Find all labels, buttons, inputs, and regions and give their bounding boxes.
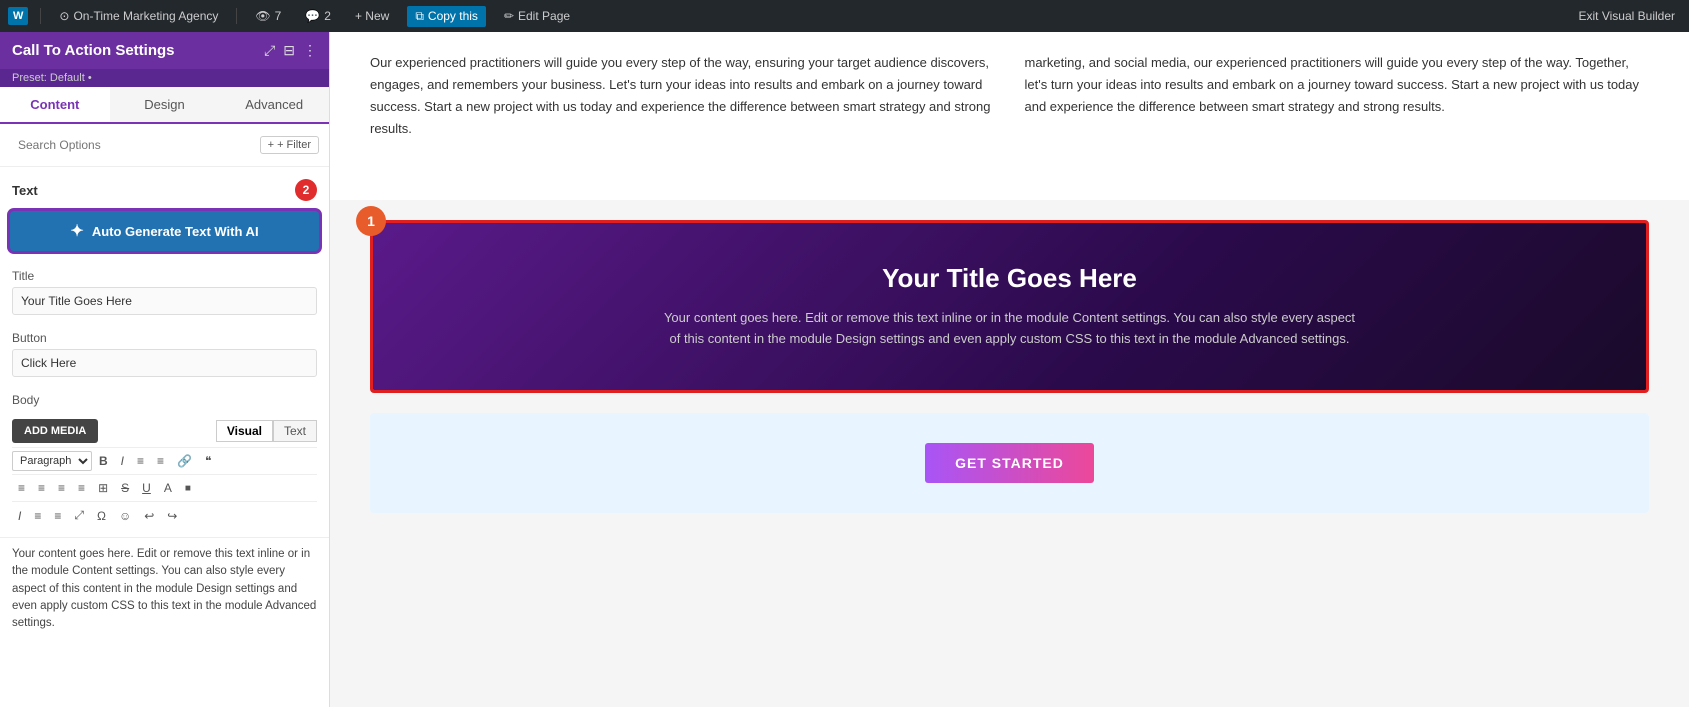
- comments-item[interactable]: 💬 2: [299, 7, 337, 25]
- paragraph-select[interactable]: Paragraph: [12, 451, 92, 471]
- tab-content[interactable]: Content: [0, 87, 110, 124]
- button-field-group: Button: [0, 323, 329, 385]
- button-label: Button: [12, 331, 317, 345]
- underline-button[interactable]: U: [136, 478, 157, 498]
- indent-button[interactable]: ≡: [28, 506, 47, 526]
- title-input[interactable]: [12, 287, 317, 315]
- sidebar-header: Call To Action Settings ⤢ ⊟ ⋮: [0, 32, 329, 69]
- sidebar-search-row: + + Filter: [0, 124, 329, 167]
- main-layout: Call To Action Settings ⤢ ⊟ ⋮ Preset: De…: [0, 32, 1689, 707]
- eye-icon: 👁: [255, 9, 270, 23]
- sidebar-tabs: Content Design Advanced: [0, 87, 329, 124]
- toolbar-row-2: ≡ ≡ ≡ ≡ ⊞ S U A ■: [12, 474, 317, 501]
- site-icon: ⊙: [59, 9, 69, 23]
- exit-visual-builder-button[interactable]: Exit Visual Builder: [1573, 7, 1682, 25]
- edit-page-item[interactable]: ✏ Edit Page: [498, 7, 576, 25]
- views-item[interactable]: 👁 7: [249, 7, 287, 25]
- tab-advanced[interactable]: Advanced: [219, 87, 329, 122]
- italic-button[interactable]: I: [115, 451, 130, 471]
- cta-title: Your Title Goes Here: [403, 263, 1616, 294]
- body-section: Body ADD MEDIA Visual Text Paragraph: [0, 385, 329, 537]
- filter-button[interactable]: + + Filter: [260, 136, 319, 154]
- visual-text-tabs: Visual Text: [216, 420, 317, 442]
- strikethrough-button[interactable]: S: [115, 478, 135, 498]
- redo-button[interactable]: ↪: [161, 506, 183, 526]
- button-input[interactable]: [12, 349, 317, 377]
- cta-wrapper: 1 Your Title Goes Here Your content goes…: [370, 220, 1649, 393]
- italic2-button[interactable]: I: [12, 506, 27, 526]
- sidebar: Call To Action Settings ⤢ ⊟ ⋮ Preset: De…: [0, 32, 330, 707]
- visual-tab[interactable]: Visual: [216, 420, 273, 442]
- ai-icon: ✦: [70, 221, 83, 241]
- tab-design[interactable]: Design: [110, 87, 220, 122]
- ul-button[interactable]: ≡: [131, 451, 150, 471]
- text-section-label: Text: [12, 183, 38, 198]
- undo-button[interactable]: ↩: [138, 506, 160, 526]
- text-tab-button[interactable]: Text: [273, 420, 317, 442]
- copy-this-button[interactable]: ⧉ Copy this: [407, 6, 486, 27]
- cta-body: Your content goes here. Edit or remove t…: [660, 308, 1360, 350]
- text-col-left: Our experienced practitioners will guide…: [370, 52, 995, 150]
- filter-icon: +: [268, 139, 274, 151]
- table-button[interactable]: ⊞: [92, 478, 114, 498]
- site-name[interactable]: ⊙ On-Time Marketing Agency: [53, 7, 224, 25]
- color-button[interactable]: A: [158, 478, 178, 498]
- divider: [40, 8, 41, 24]
- quote-button[interactable]: ❝: [199, 451, 217, 471]
- text-col-right: marketing, and social media, our experie…: [1025, 52, 1650, 150]
- text-columns: Our experienced practitioners will guide…: [370, 52, 1649, 150]
- bold-button[interactable]: B: [93, 451, 114, 471]
- align-center-button[interactable]: ≡: [32, 478, 51, 498]
- link-button[interactable]: 🔗: [171, 451, 198, 471]
- cta-inner: Your Title Goes Here Your content goes h…: [373, 223, 1646, 390]
- outdent-button[interactable]: ≡: [48, 506, 67, 526]
- search-input[interactable]: [10, 132, 260, 158]
- sidebar-title: Call To Action Settings: [12, 42, 175, 59]
- title-label: Title: [12, 269, 317, 283]
- new-item[interactable]: + New: [349, 7, 395, 25]
- special-chars-button[interactable]: Ω: [91, 506, 112, 526]
- main-content: Our experienced practitioners will guide…: [330, 32, 1689, 707]
- sidebar-header-icons: ⤢ ⊟ ⋮: [264, 42, 317, 59]
- fullscreen-editor-button[interactable]: ⤢: [68, 505, 90, 526]
- align-left-button[interactable]: ≡: [12, 478, 31, 498]
- ai-generate-button[interactable]: ✦ Auto Generate Text With AI: [10, 211, 319, 251]
- ol-button[interactable]: ≡: [151, 451, 170, 471]
- body-content-text: Your content goes here. Edit or remove t…: [0, 537, 329, 640]
- page-content: Our experienced practitioners will guide…: [330, 32, 1689, 200]
- cta-box[interactable]: Your Title Goes Here Your content goes h…: [370, 220, 1649, 393]
- fullscreen-icon[interactable]: ⤢: [264, 42, 275, 59]
- text-badge: 2: [295, 179, 317, 201]
- bg-color-button[interactable]: ■: [179, 480, 197, 497]
- get-started-button[interactable]: GET STARTED: [925, 443, 1094, 483]
- align-right-button[interactable]: ≡: [52, 478, 71, 498]
- text-section-header: Text 2: [0, 167, 329, 207]
- copy-icon: ⧉: [415, 9, 424, 24]
- layout-icon[interactable]: ⊟: [283, 42, 295, 59]
- more-icon[interactable]: ⋮: [303, 42, 317, 59]
- comment-icon: 💬: [305, 9, 320, 23]
- wp-logo-icon[interactable]: W: [8, 7, 28, 25]
- get-started-section: GET STARTED: [370, 413, 1649, 513]
- title-field-group: Title: [0, 261, 329, 323]
- col2-paragraph: marketing, and social media, our experie…: [1025, 52, 1650, 118]
- top-bar: W ⊙ On-Time Marketing Agency 👁 7 💬 2 + N…: [0, 0, 1689, 32]
- align-justify-button[interactable]: ≡: [72, 478, 91, 498]
- add-media-button[interactable]: ADD MEDIA: [12, 419, 98, 443]
- add-media-row: ADD MEDIA Visual Text: [12, 413, 317, 447]
- emoji-button[interactable]: ☺: [113, 506, 137, 526]
- toolbar-row-3: I ≡ ≡ ⤢ Ω ☺ ↩ ↪: [12, 501, 317, 529]
- body-label: Body: [12, 393, 317, 407]
- sidebar-preset: Preset: Default •: [0, 69, 329, 87]
- pencil-icon: ✏: [504, 9, 514, 23]
- toolbar-row-1: Paragraph B I ≡ ≡ 🔗 ❝: [12, 447, 317, 474]
- col1-paragraph: Our experienced practitioners will guide…: [370, 52, 995, 140]
- divider: [236, 8, 237, 24]
